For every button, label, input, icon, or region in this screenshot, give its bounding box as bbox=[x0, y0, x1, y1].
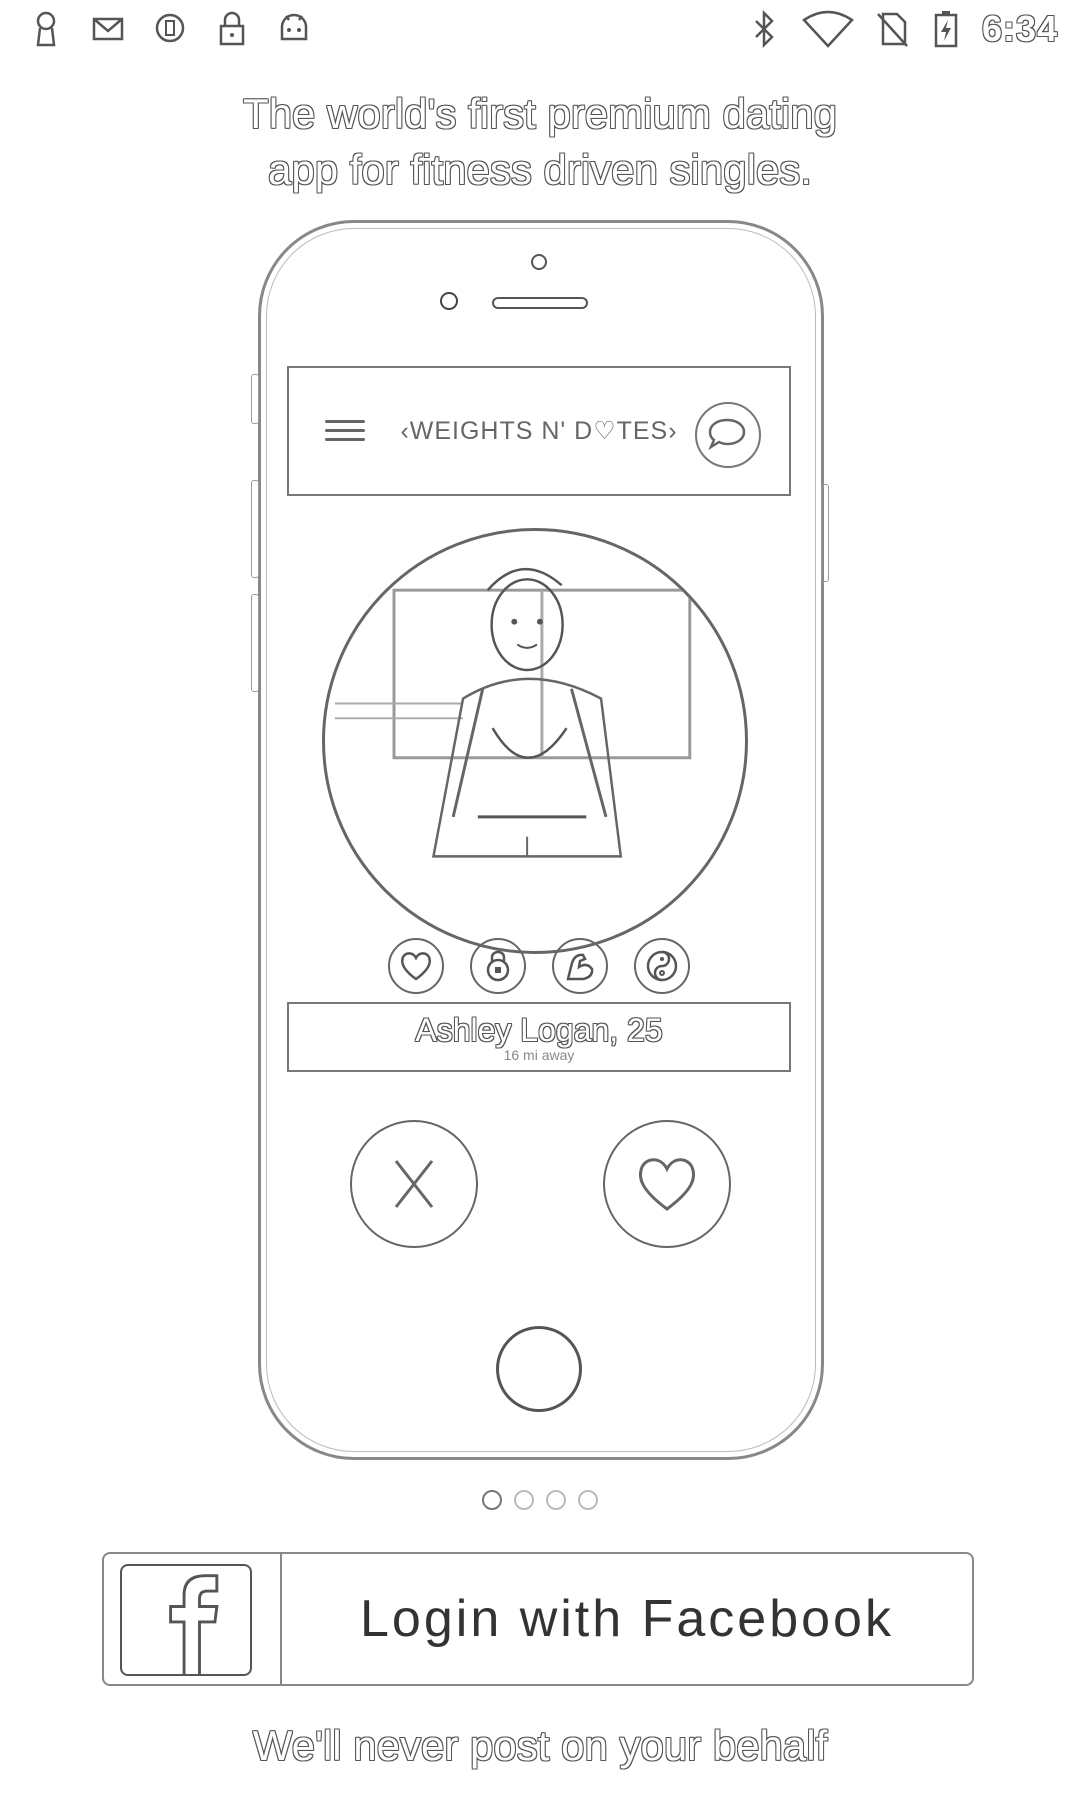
status-time: 6:34 bbox=[981, 8, 1058, 49]
pager-dot-2[interactable] bbox=[514, 1490, 534, 1510]
phone-volume-up bbox=[251, 480, 259, 578]
phone-sensor-dot bbox=[531, 254, 547, 270]
email-icon bbox=[90, 8, 126, 48]
bluetooth-icon bbox=[746, 9, 782, 49]
status-bar: 6:34 bbox=[0, 0, 1080, 64]
wifi-icon bbox=[800, 9, 856, 49]
mockup-brand-logo: ‹WEIGHTS N' D♡TES› bbox=[400, 417, 678, 445]
profile-name-bar: Ashley Logan, 25 16 mi away bbox=[287, 1002, 791, 1072]
phone-front-camera bbox=[440, 292, 458, 310]
flexed-arm-icon bbox=[552, 938, 608, 994]
facebook-icon bbox=[120, 1564, 252, 1676]
yin-yang-icon bbox=[634, 938, 690, 994]
status-right-icons: 6:34 bbox=[746, 8, 1058, 50]
headline-line-1: The world's first premium dating bbox=[243, 90, 837, 137]
status-left-icons bbox=[28, 8, 312, 48]
circle-status-icon bbox=[152, 8, 188, 48]
no-sim-icon bbox=[874, 9, 910, 49]
interest-icons bbox=[388, 938, 690, 994]
pager-dot-4[interactable] bbox=[578, 1490, 598, 1510]
phone-volume-down bbox=[251, 594, 259, 692]
phone-speaker bbox=[492, 297, 588, 309]
heart-icon bbox=[603, 1120, 731, 1248]
pager-dot-3[interactable] bbox=[546, 1490, 566, 1510]
pager-dot-1[interactable] bbox=[482, 1490, 502, 1510]
chat-bubble-icon bbox=[695, 402, 761, 468]
battery-charging-icon bbox=[928, 9, 964, 49]
x-icon bbox=[350, 1120, 478, 1248]
privacy-note: We'll never post on your behalf bbox=[252, 1722, 828, 1769]
carousel-pager[interactable] bbox=[482, 1490, 598, 1510]
keyhole-icon bbox=[28, 8, 64, 48]
android-icon bbox=[276, 8, 312, 48]
kettlebell-icon bbox=[470, 938, 526, 994]
facebook-button-label: Login with Facebook bbox=[360, 1590, 894, 1648]
heart-icon bbox=[388, 938, 444, 994]
headline-line-2: app for fitness driven singles. bbox=[268, 146, 812, 193]
profile-photo bbox=[322, 528, 748, 954]
hamburger-icon bbox=[325, 420, 365, 450]
headline: The world's first premium dating app for… bbox=[140, 86, 940, 198]
profile-distance: 16 mi away bbox=[503, 1047, 575, 1063]
lock-icon bbox=[214, 8, 250, 48]
mockup-app-header: ‹WEIGHTS N' D♡TES› bbox=[287, 366, 791, 496]
phone-mute-switch bbox=[251, 374, 259, 424]
login-with-facebook-button[interactable]: Login with Facebook bbox=[102, 1552, 974, 1686]
profile-name: Ashley Logan, 25 bbox=[415, 1012, 663, 1048]
phone-home-button bbox=[496, 1326, 582, 1412]
phone-power-button bbox=[821, 484, 829, 582]
